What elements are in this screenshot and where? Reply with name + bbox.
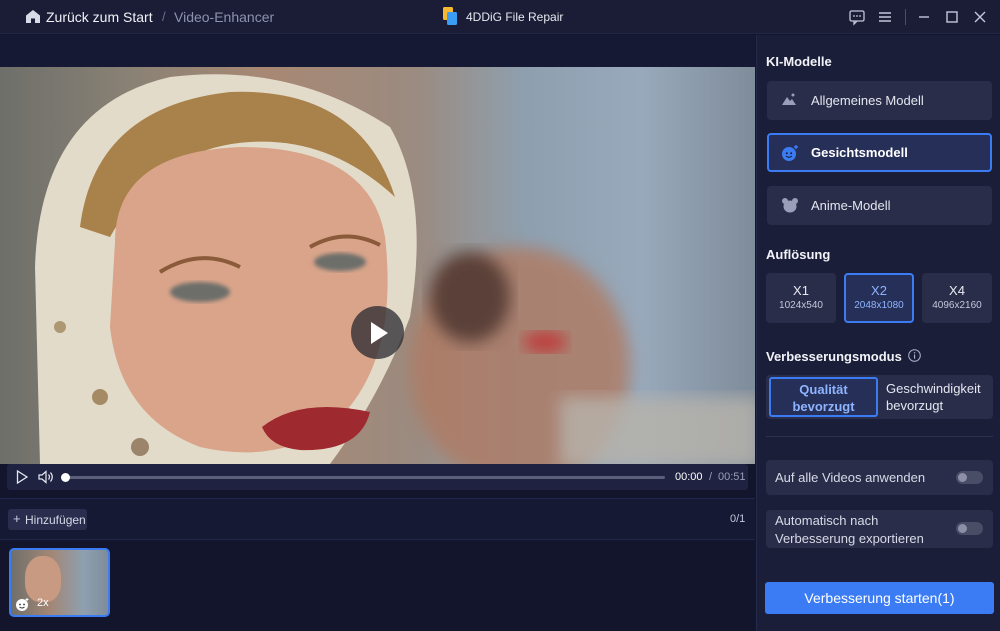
face-icon (782, 145, 798, 161)
progress-bar[interactable] (61, 473, 665, 482)
mode-speed-line1: Geschwindigkeit (886, 381, 981, 396)
toggle-knob (958, 524, 967, 533)
model-face-button[interactable]: Gesichtsmodell (767, 133, 992, 172)
panel-divider (766, 436, 993, 437)
plus-icon: + (13, 511, 21, 526)
model-general-label: Allgemeines Modell (811, 93, 924, 108)
video-thumbnail[interactable]: 2x (9, 548, 110, 617)
play-overlay-button[interactable] (351, 306, 404, 359)
resolution-x2-size: 2048x1080 (854, 300, 904, 311)
model-face-label: Gesichtsmodell (811, 145, 908, 160)
titlebar-divider (905, 9, 906, 25)
player-controls: 00:00 / 00:51 (7, 464, 748, 490)
resolution-x4-button[interactable]: X4 4096x2160 (922, 273, 992, 323)
apply-all-row: Auf alle Videos anwenden (766, 460, 993, 495)
app-logo-icon (443, 7, 457, 25)
video-frame-illustration (35, 74, 755, 464)
auto-export-toggle[interactable] (956, 522, 983, 535)
mode-speed-button[interactable]: Geschwindigkeit bevorzugt (886, 377, 993, 417)
menu-icon[interactable] (876, 8, 894, 26)
resolution-title: Auflösung (766, 247, 831, 262)
file-list-toolbar: + Hinzufügen 0/1 (0, 498, 755, 540)
preview-header (0, 35, 755, 67)
model-anime-button[interactable]: Anime-Modell (767, 186, 992, 225)
time-current: 00:00 (675, 471, 703, 483)
resolution-x4-label: X4 (949, 283, 965, 298)
resolution-x1-label: X1 (793, 283, 809, 298)
model-anime-label: Anime-Modell (811, 198, 891, 213)
feedback-icon[interactable] (848, 8, 866, 26)
close-icon[interactable] (971, 8, 989, 26)
play-icon[interactable] (16, 470, 28, 484)
title-bar: Zurück zum Start / Video-Enhancer 4DDiG … (0, 0, 1000, 34)
apply-all-label: Auf alle Videos anwenden (775, 470, 926, 485)
model-general-button[interactable]: Allgemeines Modell (767, 81, 992, 120)
auto-export-label-line1: Automatisch nach (775, 513, 879, 528)
progress-handle[interactable] (61, 473, 70, 482)
mode-quality-line1: Qualität (799, 382, 848, 397)
resolution-x4-size: 4096x2160 (932, 300, 982, 311)
toggle-knob (958, 473, 967, 482)
start-enhancement-button[interactable]: Verbesserung starten(1) (765, 582, 994, 614)
resolution-x1-size: 1024x540 (779, 300, 823, 311)
app-title: 4DDiG File Repair (466, 10, 564, 24)
settings-panel: KI-Modelle Allgemeines Modell Gesichtsmo… (756, 35, 1000, 631)
file-count: 0/1 (730, 513, 746, 525)
add-button-label: Hinzufügen (25, 513, 86, 527)
thumbnail-strip: 2x (0, 541, 755, 631)
resolution-x2-label: X2 (871, 283, 887, 298)
mode-quality-line2: bevorzugt (792, 399, 855, 414)
time-separator: / (709, 471, 713, 483)
resolution-x1-button[interactable]: X1 1024x540 (766, 273, 836, 323)
volume-icon[interactable] (38, 470, 54, 484)
home-icon[interactable] (26, 10, 40, 23)
resolution-x2-button[interactable]: X2 2048x1080 (844, 273, 914, 323)
add-button[interactable]: + Hinzufügen (8, 509, 87, 530)
mode-title: Verbesserungsmodus (766, 349, 902, 364)
mode-speed-line2: bevorzugt (886, 398, 944, 413)
mode-quality-button[interactable]: Qualität bevorzugt (769, 377, 878, 417)
breadcrumb-separator: / (162, 9, 166, 24)
thumbnail-image (25, 556, 61, 602)
thumbnail-scale-badge: 2x (37, 597, 49, 609)
minimize-icon[interactable] (915, 8, 933, 26)
play-icon (371, 322, 388, 344)
info-icon[interactable] (908, 349, 921, 362)
mode-selector: Qualität bevorzugt Geschwindigkeit bevor… (766, 375, 993, 419)
anime-icon (782, 198, 798, 213)
face-icon (16, 598, 29, 611)
video-preview[interactable] (0, 67, 755, 464)
back-to-start-link[interactable]: Zurück zum Start (46, 9, 153, 25)
breadcrumb-current: Video-Enhancer (174, 9, 275, 25)
maximize-icon[interactable] (943, 8, 961, 26)
apply-all-toggle[interactable] (956, 471, 983, 484)
landscape-icon (782, 93, 796, 105)
auto-export-label-line2: Verbesserung exportieren (775, 531, 924, 546)
time-total: 00:51 (718, 471, 746, 483)
auto-export-row: Automatisch nach Verbesserung exportiere… (766, 510, 993, 548)
app-window: Zurück zum Start / Video-Enhancer 4DDiG … (0, 0, 1000, 631)
models-title: KI-Modelle (766, 54, 832, 69)
